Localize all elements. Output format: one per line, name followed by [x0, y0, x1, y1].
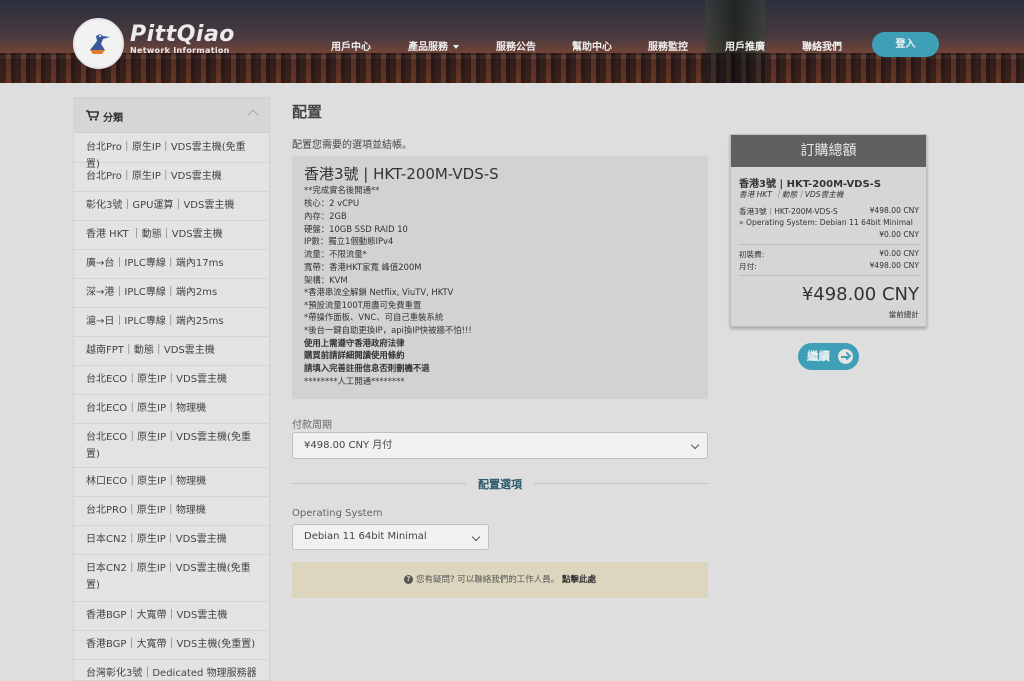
nav-products-label: 產品服務: [408, 42, 448, 53]
product-desc-line: 購買前請詳細閱讀使用條約: [304, 350, 405, 360]
summary-setup-price: ¥0.00 CNY: [879, 249, 919, 258]
product-desc-line: ********人工開通********: [304, 376, 405, 386]
cart-icon: [86, 110, 99, 121]
product-info-box: 香港3號 | HKT-200M-VDS-S **完成實名後開通** 核心：2 v…: [292, 156, 708, 399]
brand-subtitle: Network Information: [130, 46, 230, 55]
arrow-right-icon: [838, 349, 853, 364]
os-select[interactable]: Debian 11 64bit Minimal: [292, 524, 489, 550]
summary-group: 香港 HKT ｜動態｜VDS雲主機: [739, 190, 844, 199]
product-desc-line: 寬帶：香港HKT家寬 峰值200M: [304, 262, 422, 272]
help-link[interactable]: 點擊此處: [562, 575, 596, 585]
summary-setup-label: 初裝費:: [739, 250, 765, 259]
product-desc-line: *帶操作面板、VNC、可自己重裝系統: [304, 312, 444, 322]
divider-line: [534, 483, 708, 484]
summary-product: 香港3號 | HKT-200M-VDS-S: [739, 179, 882, 190]
sidebar-item[interactable]: 越南FPT｜動態｜VDS雲主機: [74, 337, 269, 366]
summary-os-price: ¥0.00 CNY: [879, 230, 919, 239]
chevron-down-icon: [471, 532, 481, 542]
product-desc-line: **完成實名後開通**: [304, 185, 380, 195]
summary-separator: [739, 244, 920, 245]
product-desc-line: IP數：獨立1個動態IPv4: [304, 236, 394, 246]
product-desc-line: 流量：不限流量*: [304, 249, 367, 259]
chevron-down-icon: [690, 440, 700, 450]
page-title: 配置: [292, 103, 323, 121]
sidebar-item[interactable]: 台北Pro｜原生IP｜VDS雲主機(免重置): [74, 134, 269, 170]
chevron-up-icon[interactable]: [247, 109, 259, 121]
product-desc-line: 架構：KVM: [304, 275, 348, 285]
os-label: Operating System: [292, 508, 383, 519]
sidebar-item[interactable]: 滬→日｜IPLC專線｜端內25ms: [74, 308, 269, 337]
summary-monthly-label: 月付:: [739, 262, 757, 271]
summary-total-label: 當前總計: [888, 310, 919, 319]
question-icon: ?: [404, 575, 414, 584]
sidebar-item[interactable]: 日本CN2｜原生IP｜VDS雲主機(免重置): [74, 555, 269, 602]
sidebar-item[interactable]: 香港 HKT ｜動態｜VDS雲主機: [74, 221, 269, 250]
continue-button[interactable]: 繼續: [798, 343, 859, 370]
help-notice: ? 您有疑問? 可以聯絡我們的工作人員。 點擊此處: [292, 562, 708, 598]
product-name: 香港3號 | HKT-200M-VDS-S: [304, 165, 499, 183]
site-header: PittQiao Network Information 用戶中心 產品服務 服…: [0, 0, 1024, 83]
brand[interactable]: PittQiao Network Information: [130, 22, 235, 55]
product-desc-line: 內存：2GB: [304, 211, 347, 221]
nav-status[interactable]: 服務監控: [648, 38, 688, 53]
summary-line-price: ¥498.00 CNY: [869, 206, 919, 215]
summary-total: ¥498.00 CNY: [801, 284, 919, 305]
bird-logo-icon: [90, 34, 110, 54]
nav-help[interactable]: 幫助中心: [572, 38, 612, 53]
page-intro: 配置您需要的選項並結帳。: [292, 140, 412, 151]
caret-down-icon: [453, 45, 459, 49]
sidebar-item[interactable]: 彰化3號｜GPU運算｜VDS雲主機: [74, 192, 269, 221]
sidebar-item[interactable]: 日本CN2｜原生IP｜VDS雲主機: [74, 526, 269, 555]
billing-cycle-select[interactable]: ¥498.00 CNY 月付: [292, 432, 708, 459]
summary-line-item: 香港3號｜HKT-200M-VDS-S: [739, 207, 838, 216]
sidebar-item[interactable]: 台北ECO｜原生IP｜VDS雲主機(免重置): [74, 424, 269, 468]
nav-products[interactable]: 產品服務: [408, 38, 459, 53]
summary-os-option: » Operating System: Debian 11 64bit Mini…: [739, 218, 913, 227]
order-summary: 訂購總額 香港3號 | HKT-200M-VDS-S 香港 HKT ｜動態｜VD…: [730, 134, 927, 327]
help-text: 您有疑問? 可以聯絡我們的工作人員。: [416, 575, 560, 585]
brand-name: PittQiao: [130, 22, 235, 47]
summary-monthly-price: ¥498.00 CNY: [869, 261, 919, 270]
summary-separator: [739, 275, 920, 276]
sidebar-item[interactable]: 香港BGP｜大寬帶｜VDS主機(免重置): [74, 631, 269, 660]
sidebar-header[interactable]: 分類: [74, 98, 269, 133]
nav-affiliates[interactable]: 用戶推廣: [725, 38, 765, 53]
config-options-heading: 配置選項: [478, 478, 522, 491]
sidebar-item[interactable]: 林口ECO｜原生IP｜物理機: [74, 468, 269, 497]
nav-contact[interactable]: 聯絡我們: [802, 38, 842, 53]
product-desc-line: *香港串流全解鎖 Netflix, ViuTV, HKTV: [304, 287, 454, 297]
header-skyline: [0, 53, 1024, 83]
login-button[interactable]: 登入: [872, 32, 939, 57]
sidebar-item[interactable]: 台北PRO｜原生IP｜物理機: [74, 497, 269, 526]
order-summary-title: 訂購總額: [731, 135, 926, 167]
sidebar-item[interactable]: 台北Pro｜原生IP｜VDS雲主機: [74, 163, 269, 192]
product-desc-line: *預設流量100T用盡可免費重置: [304, 300, 422, 310]
logo[interactable]: [73, 18, 124, 69]
category-sidebar: 分類 台北Pro｜原生IP｜VDS雲主機(免重置) 台北Pro｜原生IP｜VDS…: [73, 97, 270, 681]
sidebar-item[interactable]: 廣→台｜IPLC專線｜端內17ms: [74, 250, 269, 279]
sidebar-item[interactable]: 深→港｜IPLC專線｜端內2ms: [74, 279, 269, 308]
billing-cycle-label: 付款周期: [292, 420, 332, 431]
sidebar-item[interactable]: 台灣彰化3號｜Dedicated 物理服務器: [74, 660, 269, 681]
nav-announcements[interactable]: 服務公告: [496, 38, 536, 53]
product-desc-line: *後台一鍵自助更換IP，api換IP快被牆不怕!!!: [304, 325, 472, 335]
billing-cycle-value: ¥498.00 CNY 月付: [304, 440, 393, 451]
sidebar-item[interactable]: 香港BGP｜大寬帶｜VDS雲主機: [74, 602, 269, 631]
product-desc-line: 核心：2 vCPU: [304, 198, 360, 208]
sidebar-item[interactable]: 台北ECO｜原生IP｜VDS雲主機: [74, 366, 269, 395]
nav-user-center[interactable]: 用戶中心: [331, 38, 371, 53]
sidebar-title: 分類: [103, 113, 123, 124]
product-desc-line: 使用上需遵守香港政府法律: [304, 338, 405, 348]
continue-label: 繼續: [807, 349, 830, 363]
product-desc-line: 硬盤：10GB SSD RAID 10: [304, 224, 408, 234]
config-options-divider: 配置選項: [292, 474, 708, 492]
product-desc-line: 請填入完善註冊信息否則刪機不退: [304, 363, 430, 373]
os-value: Debian 11 64bit Minimal: [304, 531, 427, 542]
sidebar-item[interactable]: 台北ECO｜原生IP｜物理機: [74, 395, 269, 424]
